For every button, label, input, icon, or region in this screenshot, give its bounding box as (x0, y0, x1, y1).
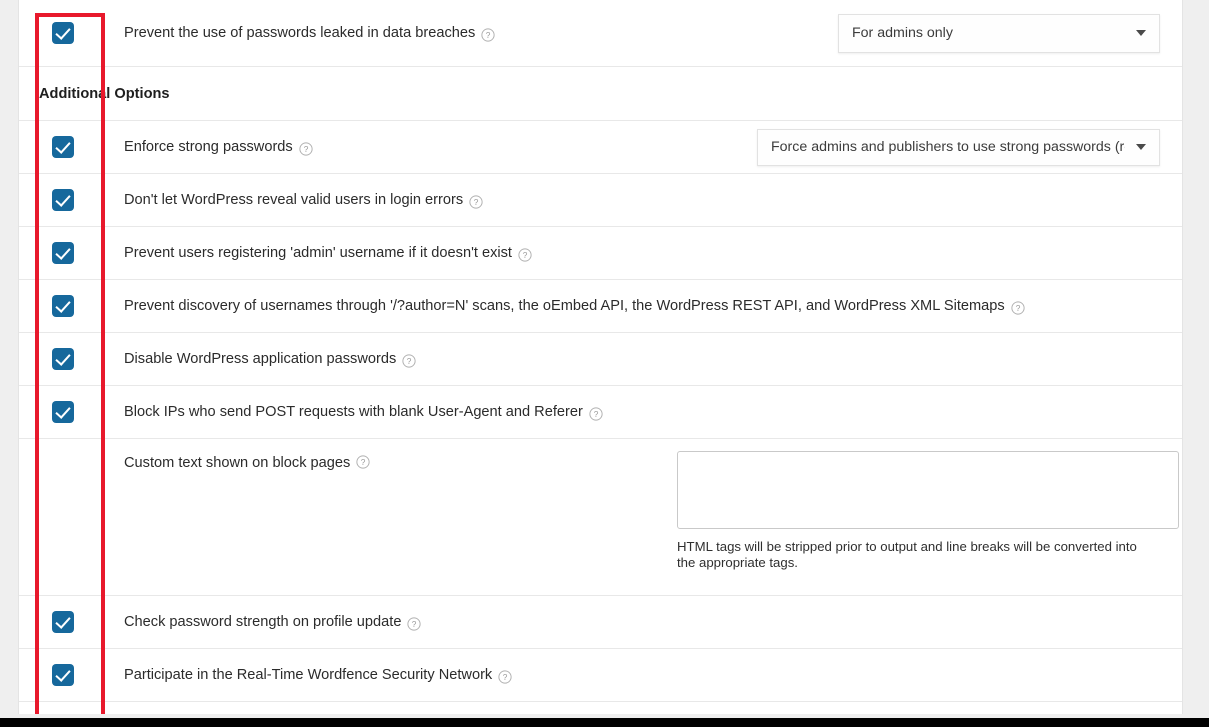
screen: Prevent the use of passwords leaked in d… (0, 0, 1209, 727)
checkbox-cell (19, 0, 106, 66)
help-circle-icon[interactable]: ? (481, 28, 495, 42)
checkbox-block-blank-user-agent-post[interactable] (51, 401, 74, 423)
option-label: Custom text shown on block pages (124, 455, 351, 471)
label-cell: Don't let WordPress reveal valid users i… (106, 190, 1182, 210)
checkbox-cell (19, 227, 106, 279)
svg-text:?: ? (361, 457, 366, 467)
checkbox-cell (19, 333, 106, 385)
checkbox-cell (19, 386, 106, 438)
help-circle-icon[interactable]: ? (589, 407, 603, 421)
label-cell: Participate in the Real-Time Wordfence S… (106, 665, 1182, 685)
svg-text:?: ? (474, 197, 479, 207)
svg-text:?: ? (523, 250, 528, 260)
svg-text:?: ? (594, 409, 599, 419)
checkbox-cell (19, 121, 106, 173)
help-circle-icon[interactable]: ? (402, 354, 416, 368)
custom-block-page-text-input[interactable] (677, 451, 1179, 529)
label-cell: Prevent discovery of usernames through '… (106, 296, 1182, 316)
option-row-enforce-strong-passwords: Enforce strong passwords ? Force admins … (19, 121, 1182, 174)
svg-text:?: ? (486, 30, 491, 40)
textarea-block: HTML tags will be stripped prior to outp… (677, 451, 1179, 570)
settings-card: Prevent the use of passwords leaked in d… (18, 0, 1183, 718)
option-row-check-password-strength-profile-update: Check password strength on profile updat… (19, 596, 1182, 649)
label-cell: Prevent users registering 'admin' userna… (106, 243, 1182, 263)
checkbox-check-password-strength-profile-update[interactable] (51, 611, 74, 633)
option-row-block-blank-user-agent-post: Block IPs who send POST requests with bl… (19, 386, 1182, 439)
help-circle-icon[interactable]: ? (407, 617, 422, 631)
option-row-prevent-leaked-passwords: Prevent the use of passwords leaked in d… (19, 0, 1182, 67)
checkbox-prevent-username-discovery[interactable] (51, 295, 74, 317)
help-circle-icon[interactable]: ? (518, 248, 532, 262)
option-row-disable-application-passwords: Disable WordPress application passwords … (19, 333, 1182, 386)
option-label: Prevent users registering 'admin' userna… (124, 245, 512, 261)
option-label: Participate in the Real-Time Wordfence S… (124, 667, 493, 683)
checkbox-cell (19, 596, 106, 648)
checkbox-hide-valid-users-login-errors[interactable] (51, 189, 74, 211)
help-circle-icon[interactable]: ? (469, 195, 483, 209)
checkbox-cell (19, 439, 106, 595)
option-row-prevent-username-discovery: Prevent discovery of usernames through '… (19, 280, 1182, 333)
select-value: Force admins and publishers to use stron… (771, 139, 1125, 155)
option-row-hide-valid-users-login-errors: Don't let WordPress reveal valid users i… (19, 174, 1182, 227)
help-circle-icon[interactable]: ? (299, 142, 313, 156)
textarea-hint: HTML tags will be stripped prior to outp… (677, 539, 1137, 570)
checkbox-prevent-leaked-passwords[interactable] (51, 22, 74, 44)
option-label: Disable WordPress application passwords (124, 351, 397, 367)
svg-text:?: ? (1015, 303, 1020, 313)
label-cell: Check password strength on profile updat… (106, 612, 1182, 632)
chevron-down-icon (1136, 144, 1146, 150)
control-cell: Force admins and publishers to use stron… (757, 128, 1182, 166)
label-cell: Disable WordPress application passwords … (106, 349, 1182, 369)
svg-text:?: ? (303, 144, 308, 154)
option-label: Prevent the use of passwords leaked in d… (124, 25, 476, 41)
label-cell: Enforce strong passwords ? (106, 137, 757, 157)
label-cell: Prevent the use of passwords leaked in d… (106, 23, 838, 43)
checkbox-cell (19, 649, 106, 701)
help-circle-icon[interactable]: ? (1011, 301, 1025, 315)
checkbox-prevent-admin-registration[interactable] (51, 242, 74, 264)
option-row-participate-security-network: Participate in the Real-Time Wordfence S… (19, 649, 1182, 702)
svg-text:?: ? (407, 356, 412, 366)
bottom-black-bar (0, 718, 1209, 727)
option-row-custom-block-page-text: Custom text shown on block pages ? HTML … (19, 439, 1182, 596)
help-circle-icon[interactable]: ? (498, 670, 512, 684)
svg-text:?: ? (503, 672, 508, 682)
chevron-down-icon (1136, 30, 1146, 36)
svg-text:?: ? (412, 619, 417, 629)
option-row-prevent-admin-registration: Prevent users registering 'admin' userna… (19, 227, 1182, 280)
help-circle-icon[interactable]: ? (356, 455, 370, 469)
control-cell: For admins only (838, 13, 1182, 53)
checkbox-disable-application-passwords[interactable] (51, 348, 74, 370)
option-label: Don't let WordPress reveal valid users i… (124, 192, 464, 208)
checkbox-participate-security-network[interactable] (51, 664, 74, 686)
section-header-additional-options: Additional Options (19, 67, 1182, 121)
option-label: Prevent discovery of usernames through '… (124, 298, 1005, 314)
option-label: Check password strength on profile updat… (124, 614, 402, 630)
checkbox-cell (19, 280, 106, 332)
select-strong-password-policy[interactable]: Force admins and publishers to use stron… (757, 128, 1160, 166)
checkbox-cell (19, 174, 106, 226)
select-value: For admins only (852, 25, 953, 41)
label-cell: Block IPs who send POST requests with bl… (106, 402, 1182, 422)
select-leaked-password-scope[interactable]: For admins only (838, 13, 1160, 53)
checkbox-enforce-strong-passwords[interactable] (51, 136, 74, 158)
section-title: Additional Options (39, 85, 170, 102)
option-label: Block IPs who send POST requests with bl… (124, 404, 583, 420)
option-label: Enforce strong passwords (124, 139, 293, 155)
